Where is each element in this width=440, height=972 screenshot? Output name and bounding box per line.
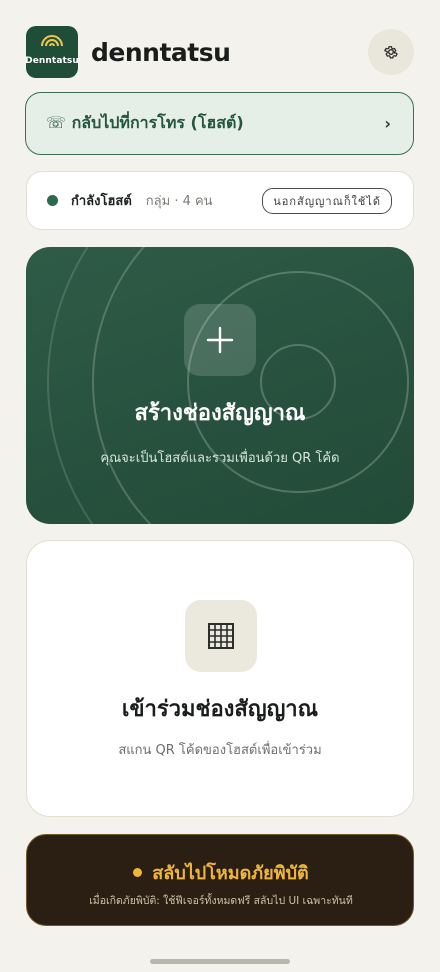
create-channel-subtitle: คุณจะเป็นโฮสต์และรวมเพื่อนด้วย QR โค้ด	[100, 451, 340, 466]
plus-icon	[206, 326, 234, 354]
disaster-mode-button[interactable]: สลับไปโหมดภัยพิบัติ เมื่อเกิดภัยพิบัติ: …	[26, 834, 414, 926]
disaster-mode-subtitle: เมื่อเกิดภัยพิบัติ: ใช้ฟีเจอร์ทั้งหมดฟรี…	[89, 895, 353, 907]
signal-rings-decoration	[47, 247, 409, 524]
app-title: denntatsu	[91, 37, 231, 67]
plus-icon-tile	[184, 304, 256, 376]
disaster-mode-title-row: สลับไปโหมดภัยพิบัติ	[27, 858, 415, 887]
status-label: กำลังโฮสต์	[71, 194, 132, 209]
offline-badge: นอกสัญญาณก็ใช้ได้	[262, 187, 392, 214]
signal-waves-icon	[41, 35, 63, 47]
app-logo: Denntatsu	[26, 26, 78, 78]
status-dot	[47, 195, 58, 206]
join-channel-subtitle: สแกน QR โค้ดของโฮสต์เพื่อเข้าร่วม	[118, 743, 322, 758]
create-channel-card[interactable]: สร้างช่องสัญญาณ คุณจะเป็นโฮสต์และรวมเพื่…	[26, 247, 414, 524]
return-to-call-button[interactable]: ☏ กลับไปที่การโทร (โฮสต์) ›	[25, 92, 414, 155]
gear-icon	[384, 46, 398, 59]
disaster-mode-title: สลับไปโหมดภัยพิบัติ	[152, 863, 309, 884]
return-call-label: ☏ กลับไปที่การโทร (โฮสต์)	[46, 113, 244, 132]
hosting-status-bar: กำลังโฮสต์ กลุ่ม · 4 คน นอกสัญญาณก็ใช้ได…	[26, 171, 414, 230]
logo-text: Denntatsu	[26, 56, 78, 66]
qr-icon-tile	[185, 600, 257, 672]
settings-button[interactable]	[368, 29, 414, 75]
chevron-right-icon: ›	[384, 114, 391, 133]
app-header: Denntatsu denntatsu	[26, 26, 414, 78]
create-channel-title: สร้างช่องสัญญาณ	[134, 401, 306, 426]
group-member-count: กลุ่ม · 4 คน	[145, 194, 213, 209]
join-channel-title: เข้าร่วมช่องสัญญาณ	[121, 697, 319, 722]
home-indicator[interactable]	[150, 959, 290, 964]
qr-grid-icon	[208, 623, 234, 649]
join-channel-card[interactable]: เข้าร่วมช่องสัญญาณ สแกน QR โค้ดของโฮสต์เ…	[26, 540, 414, 817]
warning-dot-icon	[133, 868, 143, 877]
